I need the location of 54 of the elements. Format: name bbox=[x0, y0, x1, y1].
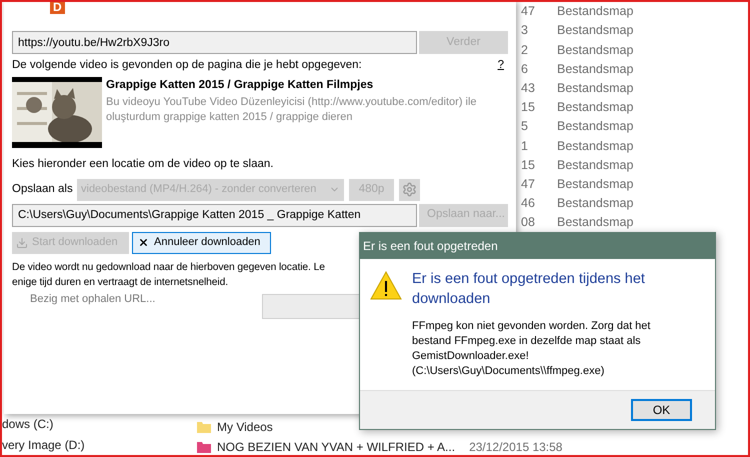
help-link[interactable]: ? bbox=[498, 57, 504, 74]
info-text: enige tijd duren en vertraagt de internetsnelheid. bbox=[12, 276, 228, 290]
date-cell-text: 47 bbox=[521, 176, 536, 193]
type-cell-text: Bestandsmap bbox=[557, 99, 634, 116]
ok-button[interactable]: OK bbox=[631, 399, 692, 421]
close-icon bbox=[138, 237, 149, 248]
error-heading: Er is een fout opgetreden tijdens het downloaden bbox=[412, 270, 646, 309]
download-icon bbox=[16, 236, 28, 248]
settings-button[interactable] bbox=[399, 178, 420, 200]
type-cell-text: Bestandsmap bbox=[557, 156, 634, 174]
video-description: Bu videoyu YouTube Video Düzenleyicisi (http://www.youtube.com/editor) ile oluşturdum grappige katten 2015 / grappige dieren bbox=[106, 94, 478, 124]
type-cell-text: Bestandsmap bbox=[557, 22, 634, 40]
app-logo: D bbox=[50, 2, 65, 14]
found-text: De volgende video is gevonden op de pagina die je hebt opgegeven: bbox=[12, 58, 362, 73]
drive-item[interactable]: dows (C:) bbox=[2, 415, 85, 433]
path-field[interactable]: C:\Users\Guy\Documents\Grappige Katten 2015 _ Grappige Katten bbox=[12, 204, 417, 226]
drive-item[interactable]: very Image (D:) bbox=[2, 436, 85, 454]
info-text: De video wordt nu gedownload naar de hierboven gegeven locatie. Le bbox=[12, 260, 325, 274]
type-cell-text: Bestandsmap bbox=[557, 118, 634, 136]
type-cell-text: Bestandsmap bbox=[557, 176, 634, 193]
date-cell-text: 2 bbox=[521, 42, 529, 59]
save-as-label: Opslaan als bbox=[12, 182, 72, 197]
date-cell-text: 6 bbox=[521, 60, 529, 78]
date-cell-text: 15 bbox=[521, 156, 536, 174]
date-cell-text: 47 bbox=[521, 3, 536, 20]
type-cell-text: Bestandsmap bbox=[557, 138, 634, 155]
date-cell-text: 46 bbox=[521, 195, 536, 212]
choose-text: Kies hieronder een locatie om de video op te slaan. bbox=[12, 157, 274, 172]
status-text: Bezig met ophalen URL... bbox=[30, 292, 156, 306]
warning-icon bbox=[370, 271, 402, 300]
date-cell-text: 23/12/2015 13:58 bbox=[469, 438, 562, 455]
type-cell-text: Bestandsmap bbox=[557, 42, 634, 59]
date-cell-text: 5 bbox=[521, 118, 529, 136]
date-cell-text: 43 bbox=[521, 80, 536, 97]
date-cell-text: 08 bbox=[521, 214, 536, 232]
settings-icon bbox=[402, 182, 417, 197]
url-field[interactable]: https://youtu.be/Hw2rbX9J3ro bbox=[12, 31, 417, 54]
file-name[interactable]: My Videos bbox=[217, 418, 273, 436]
video-title: Grappige Katten 2015 / Grappige Katten Filmpjes bbox=[106, 78, 374, 94]
cancel-download-button[interactable]: Annuleer downloaden bbox=[132, 232, 271, 254]
error-message: FFmpeg kon niet gevonden worden. Zorg dat het bbox=[412, 319, 652, 334]
dialog-title: Er is een fout opgetreden bbox=[363, 238, 498, 255]
error-message: GemistDownloader.exe! bbox=[412, 349, 530, 364]
file-name[interactable]: NOG BEZIEN VAN YVAN + WILFRIED + A... bbox=[217, 438, 456, 455]
type-cell-text: Bestandsmap bbox=[557, 195, 634, 212]
type-cell-text: Bestandsmap bbox=[557, 60, 634, 78]
date-cell-text: 3 bbox=[521, 22, 529, 40]
date-cell-text: 1 bbox=[521, 138, 529, 155]
type-cell-text: Bestandsmap bbox=[557, 214, 634, 232]
date-cell-text: 15 bbox=[521, 99, 536, 116]
type-cell-text: Bestandsmap bbox=[557, 3, 634, 20]
type-cell-text: Bestandsmap bbox=[557, 80, 634, 97]
error-message: (C:\Users\Guy\Documents\\ffmpeg.exe) bbox=[412, 364, 606, 379]
error-message: bestand FFmpeg.exe in dezelfde map staat als bbox=[412, 334, 642, 349]
